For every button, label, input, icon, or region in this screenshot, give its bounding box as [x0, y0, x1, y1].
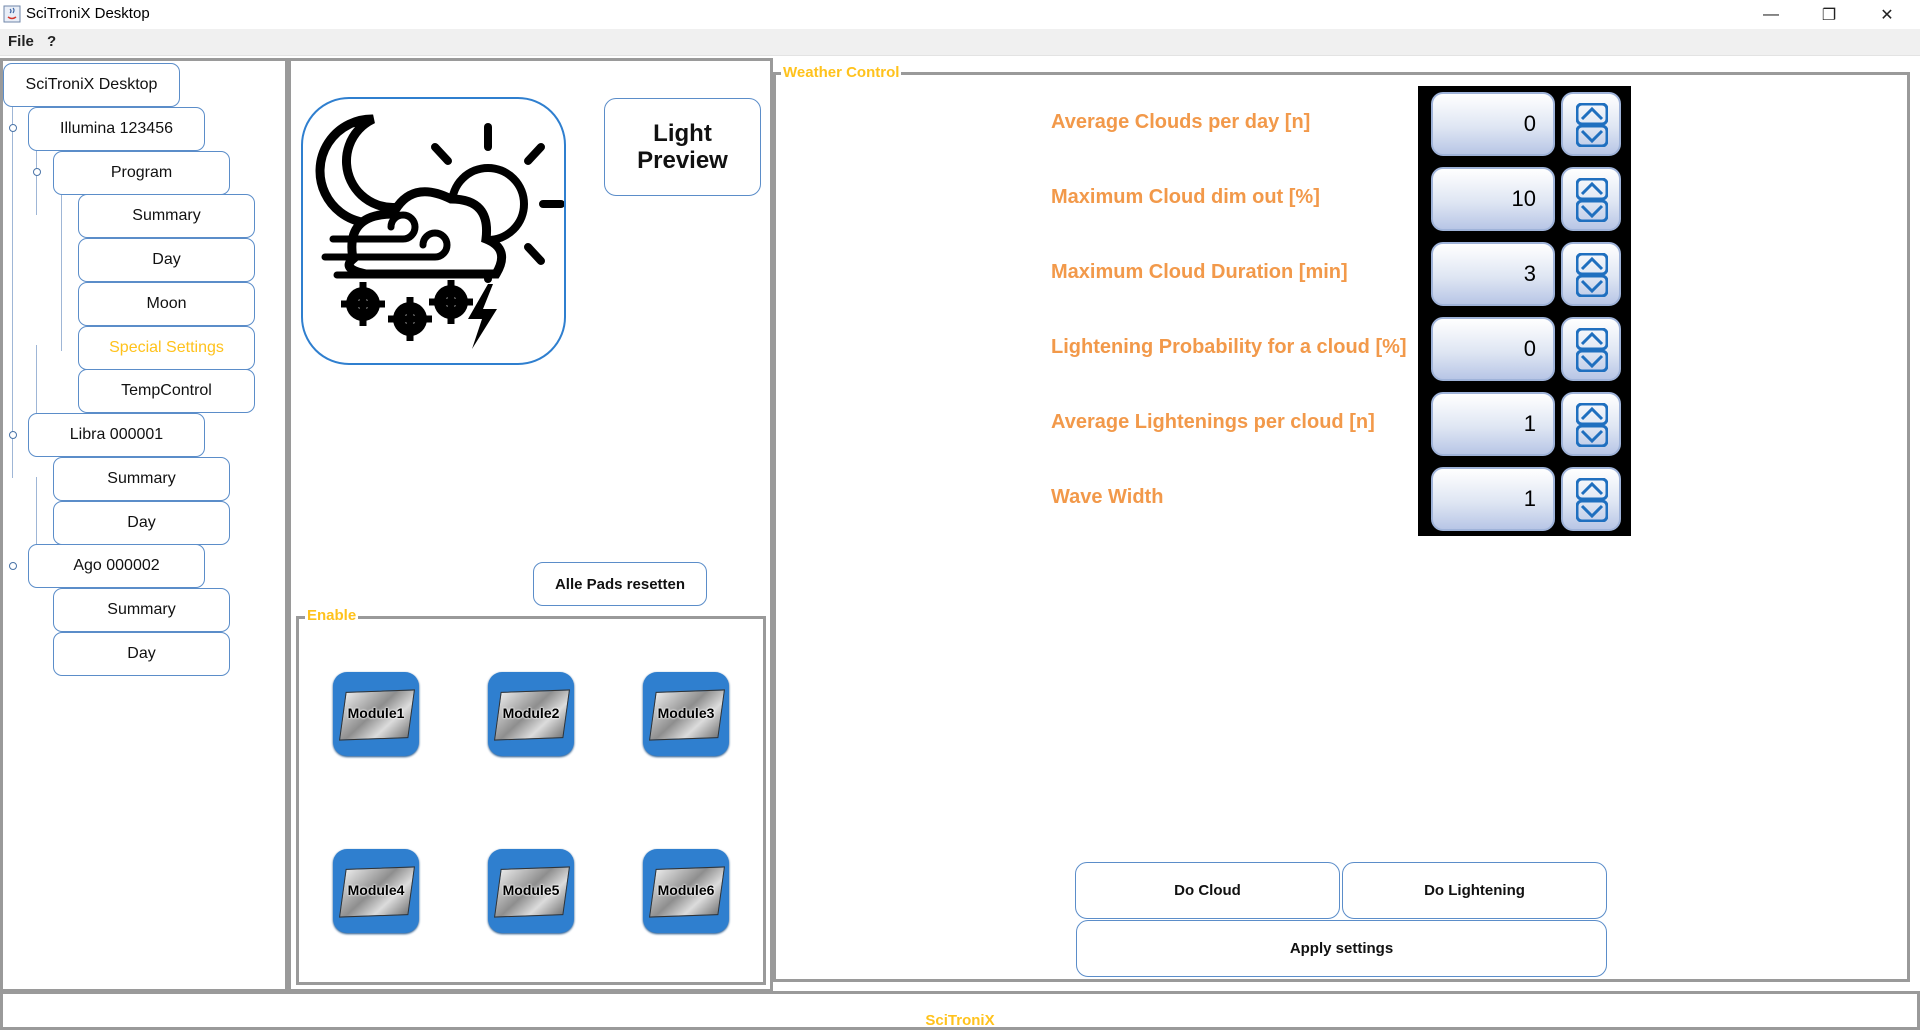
avg-lightenings-label: Average Lightenings per cloud [n] — [1051, 411, 1375, 433]
minimize-button[interactable]: — — [1742, 0, 1800, 29]
up-down-arrows-icon — [1576, 253, 1608, 297]
lightening-probability-label: Lightening Probability for a cloud [%] — [1051, 336, 1407, 358]
module2-button[interactable]: Module2 — [488, 672, 574, 756]
navigation-tree-panel: SciTroniX Desktop Illumina 123456 Progra… — [0, 58, 288, 992]
menu-help[interactable]: ? — [47, 33, 56, 50]
wave-width-label: Wave Width — [1051, 486, 1164, 508]
title-bar: SciTroniX Desktop — ❐ ✕ — [0, 0, 1920, 29]
tree-item-illumina-summary[interactable]: Summary — [78, 194, 255, 238]
reset-all-pads-button[interactable]: Alle Pads resetten — [533, 562, 707, 606]
up-down-arrows-icon — [1576, 103, 1608, 147]
tree-root-scitronix[interactable]: SciTroniX Desktop — [3, 63, 180, 107]
menu-bar: File ? — [0, 29, 1920, 56]
apply-settings-button[interactable]: Apply settings — [1076, 920, 1607, 977]
weather-control-panel: Weather Control — [773, 58, 1920, 992]
tree-item-special-settings[interactable]: Special Settings — [78, 326, 255, 370]
tree-item-illumina[interactable]: Illumina 123456 — [28, 107, 205, 151]
light-preview-button[interactable]: Light Preview — [604, 98, 761, 196]
up-down-arrows-icon — [1576, 403, 1608, 447]
center-panel: Light Preview Alle Pads resetten Enable … — [288, 58, 773, 992]
avg-clouds-label: Average Clouds per day [n] — [1051, 111, 1311, 133]
window-title: SciTroniX Desktop — [26, 5, 150, 22]
weather-control-group — [773, 72, 1910, 982]
maximize-button[interactable]: ❐ — [1800, 0, 1858, 29]
up-down-arrows-icon — [1576, 328, 1608, 372]
up-down-arrows-icon — [1576, 478, 1608, 522]
avg-clouds-spinner[interactable] — [1561, 92, 1621, 156]
status-text: SciTroniX — [925, 1012, 995, 1029]
tree-item-libra-summary[interactable]: Summary — [53, 457, 230, 501]
module1-label: Module1 — [347, 705, 405, 721]
tree-item-illumina-day[interactable]: Day — [78, 238, 255, 282]
module6-label: Module6 — [657, 882, 715, 898]
tree-item-program[interactable]: Program — [53, 151, 230, 195]
module4-label: Module4 — [347, 882, 405, 898]
wave-width-spinner[interactable] — [1561, 467, 1621, 531]
avg-lightenings-spinner[interactable] — [1561, 392, 1621, 456]
module5-button[interactable]: Module5 — [488, 849, 574, 933]
up-down-arrows-icon — [1576, 178, 1608, 222]
module3-label: Module3 — [657, 705, 715, 721]
module5-label: Module5 — [502, 882, 560, 898]
max-cloud-duration-spinner[interactable] — [1561, 242, 1621, 306]
enable-legend: Enable — [305, 607, 359, 624]
tree-item-libra-day[interactable]: Day — [53, 501, 230, 545]
lightening-probability-value[interactable]: 0 — [1431, 317, 1555, 381]
module1-button[interactable]: Module1 — [333, 672, 419, 756]
tree-item-illumina-moon[interactable]: Moon — [78, 282, 255, 326]
close-button[interactable]: ✕ — [1858, 0, 1916, 29]
module4-button[interactable]: Module4 — [333, 849, 419, 933]
avg-lightenings-value[interactable]: 1 — [1431, 392, 1555, 456]
tree-item-ago-summary[interactable]: Summary — [53, 588, 230, 632]
weather-program-button[interactable] — [301, 97, 566, 365]
max-cloud-duration-value[interactable]: 3 — [1431, 242, 1555, 306]
module3-button[interactable]: Module3 — [643, 672, 729, 756]
light-preview-label-line2: Preview — [637, 147, 728, 174]
max-cloud-duration-label: Maximum Cloud Duration [min] — [1051, 261, 1348, 283]
max-cloud-dim-spinner[interactable] — [1561, 167, 1621, 231]
tree-item-ago-day[interactable]: Day — [53, 632, 230, 676]
tree-item-libra[interactable]: Libra 000001 — [28, 413, 205, 457]
do-cloud-button[interactable]: Do Cloud — [1075, 862, 1340, 919]
menu-file[interactable]: File — [8, 33, 34, 50]
java-app-icon — [3, 5, 21, 23]
wave-width-value[interactable]: 1 — [1431, 467, 1555, 531]
max-cloud-dim-label: Maximum Cloud dim out [%] — [1051, 186, 1320, 208]
do-lightening-button[interactable]: Do Lightening — [1342, 862, 1607, 919]
avg-clouds-value[interactable]: 0 — [1431, 92, 1555, 156]
module6-button[interactable]: Module6 — [643, 849, 729, 933]
module2-label: Module2 — [502, 705, 560, 721]
weather-control-legend: Weather Control — [781, 64, 902, 81]
weather-icon — [315, 114, 565, 349]
tree-item-ago[interactable]: Ago 000002 — [28, 544, 205, 588]
max-cloud-dim-value[interactable]: 10 — [1431, 167, 1555, 231]
light-preview-label-line1: Light — [653, 120, 712, 147]
lightening-probability-spinner[interactable] — [1561, 317, 1621, 381]
tree-item-tempcontrol[interactable]: TempControl — [78, 369, 255, 413]
